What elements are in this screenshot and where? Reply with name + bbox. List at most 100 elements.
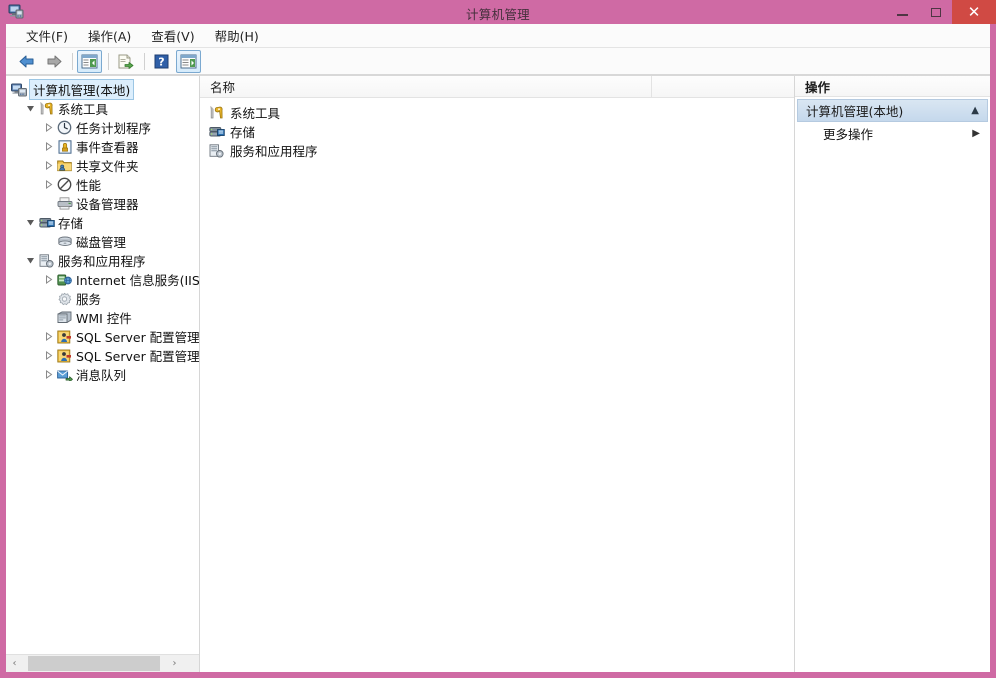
tree-item-label: 消息队列: [76, 365, 126, 384]
console-tree: 计算机管理(本地) 系统工具: [6, 76, 199, 654]
system-tools-icon: [208, 106, 225, 120]
tree-item-label: 计算机管理(本地): [29, 79, 134, 100]
tree-item-label: SQL Server 配置管理器: [76, 327, 199, 346]
tree-item-performance[interactable]: 性能: [6, 175, 199, 194]
action-group-label: 计算机管理(本地): [806, 101, 903, 120]
toolbar-separator-2: [108, 53, 109, 70]
tree-item-services[interactable]: 服务: [6, 289, 199, 308]
performance-icon: [56, 177, 73, 192]
export-list-button[interactable]: [113, 50, 138, 73]
menu-view[interactable]: 查看(V): [141, 24, 204, 47]
tree-item-disk-management[interactable]: 磁盘管理: [6, 232, 199, 251]
tree-item-services-and-applications[interactable]: 服务和应用程序: [6, 251, 199, 270]
tree-item-event-viewer[interactable]: 事件查看器: [6, 137, 199, 156]
list-item[interactable]: 服务和应用程序: [200, 141, 794, 160]
tree-item-message-queuing[interactable]: 消息队列: [6, 365, 199, 384]
tree-item-label: 设备管理器: [76, 194, 139, 213]
list-item-label: 系统工具: [230, 103, 280, 122]
tree-item-label: 服务和应用程序: [58, 251, 146, 270]
expand-collapse-icon[interactable]: [22, 218, 38, 227]
main-body: 计算机管理(本地) 系统工具: [6, 75, 990, 672]
shared-folder-icon: [56, 159, 73, 172]
tree-item-sql-server-config-2[interactable]: SQL Server 配置管理器: [6, 346, 199, 365]
expand-collapse-icon[interactable]: [40, 275, 56, 284]
device-manager-icon: [56, 197, 73, 210]
show-hide-tree-button[interactable]: [77, 50, 102, 73]
expand-collapse-icon[interactable]: [40, 370, 56, 379]
watermark-subtext: www.xitongzhijia.net: [889, 648, 982, 657]
action-label: 更多操作: [823, 124, 873, 143]
tree-item-system-tools[interactable]: 系统工具: [6, 99, 199, 118]
tree-item-label: 磁盘管理: [76, 232, 126, 251]
svg-text:?: ?: [158, 55, 164, 68]
toolbar: ?: [6, 48, 990, 75]
watermark: ☁ 系统之家 www.xitongzhijia.net: [814, 616, 986, 660]
show-hide-action-pane-button[interactable]: [176, 50, 201, 73]
storage-icon: [38, 216, 55, 230]
forward-button[interactable]: [41, 50, 66, 73]
tree-item-computer-management[interactable]: 计算机管理(本地): [6, 80, 199, 99]
scroll-left-arrow[interactable]: ‹: [6, 655, 23, 672]
expand-collapse-icon[interactable]: [22, 256, 38, 265]
help-button[interactable]: ?: [149, 50, 174, 73]
computer-management-window: 计算机管理 ✕ 文件(F) 操作(A) 查看(V) 帮助(H): [0, 0, 996, 678]
iis-icon: [56, 273, 73, 287]
scroll-right-arrow[interactable]: ›: [166, 655, 183, 672]
watermark-text: 系统之家: [880, 618, 984, 654]
tree-item-task-scheduler[interactable]: 任务计划程序: [6, 118, 199, 137]
toolbar-separator-1: [72, 53, 73, 70]
tree-horizontal-scrollbar[interactable]: ‹ ›: [6, 654, 199, 672]
action-group-computer-management[interactable]: 计算机管理(本地) ▲: [797, 99, 988, 122]
expand-collapse-icon[interactable]: [40, 180, 56, 189]
column-header-empty[interactable]: [652, 76, 794, 97]
list-column-header: 名称: [200, 76, 794, 98]
menu-file[interactable]: 文件(F): [16, 24, 78, 47]
tree-item-storage[interactable]: 存储: [6, 213, 199, 232]
tree-item-label: WMI 控件: [76, 308, 132, 327]
sql-server-icon: [56, 330, 73, 344]
title-bar: 计算机管理 ✕: [0, 0, 996, 24]
menu-action[interactable]: 操作(A): [78, 24, 141, 47]
back-button[interactable]: [14, 50, 39, 73]
expand-collapse-icon[interactable]: [40, 161, 56, 170]
tree-item-shared-folders[interactable]: 共享文件夹: [6, 156, 199, 175]
tree-item-device-manager[interactable]: 设备管理器: [6, 194, 199, 213]
list-item-label: 存储: [230, 122, 255, 141]
tree-item-sql-server-config-1[interactable]: SQL Server 配置管理器: [6, 327, 199, 346]
services-apps-icon: [38, 254, 55, 268]
expand-collapse-icon[interactable]: [22, 104, 38, 113]
disk-management-icon: [56, 236, 73, 248]
list-item[interactable]: 存储: [200, 122, 794, 141]
expand-collapse-icon[interactable]: [40, 332, 56, 341]
action-more-actions[interactable]: 更多操作 ▶: [795, 122, 990, 144]
close-button[interactable]: ✕: [952, 0, 996, 24]
window-controls: ✕: [886, 0, 996, 24]
wmi-control-icon: [56, 311, 73, 324]
tree-item-iis-manager[interactable]: Internet 信息服务(IIS)管理器: [6, 270, 199, 289]
expand-collapse-icon[interactable]: [40, 351, 56, 360]
result-list-pane: 名称 系统工具: [200, 76, 795, 672]
tree-item-label: 共享文件夹: [76, 156, 139, 175]
column-header-name[interactable]: 名称: [200, 76, 652, 97]
maximize-button[interactable]: [919, 0, 952, 24]
tree-item-label: 系统工具: [58, 99, 108, 118]
chevron-up-icon[interactable]: ▲: [971, 105, 979, 116]
list-item-label: 服务和应用程序: [230, 141, 318, 160]
menu-help[interactable]: 帮助(H): [205, 24, 269, 47]
expand-collapse-icon[interactable]: [40, 142, 56, 151]
system-tools-icon: [38, 102, 55, 116]
tree-item-label: 事件查看器: [76, 137, 139, 156]
chevron-right-icon[interactable]: ▶: [972, 128, 980, 139]
actions-pane: 操作 计算机管理(本地) ▲ 更多操作 ▶ ☁ 系统之家 www.xitongz…: [795, 76, 990, 672]
tree-item-label: Internet 信息服务(IIS)管理器: [76, 270, 199, 289]
tree-item-label: 性能: [76, 175, 101, 194]
message-queue-icon: [56, 369, 73, 381]
sql-server-icon: [56, 349, 73, 363]
tree-item-wmi-control[interactable]: WMI 控件: [6, 308, 199, 327]
result-list: 系统工具 存储: [200, 98, 794, 672]
minimize-button[interactable]: [886, 0, 919, 24]
expand-collapse-icon[interactable]: [40, 123, 56, 132]
list-item[interactable]: 系统工具: [200, 103, 794, 122]
toolbar-separator-3: [144, 53, 145, 70]
scrollbar-thumb[interactable]: [28, 656, 160, 671]
